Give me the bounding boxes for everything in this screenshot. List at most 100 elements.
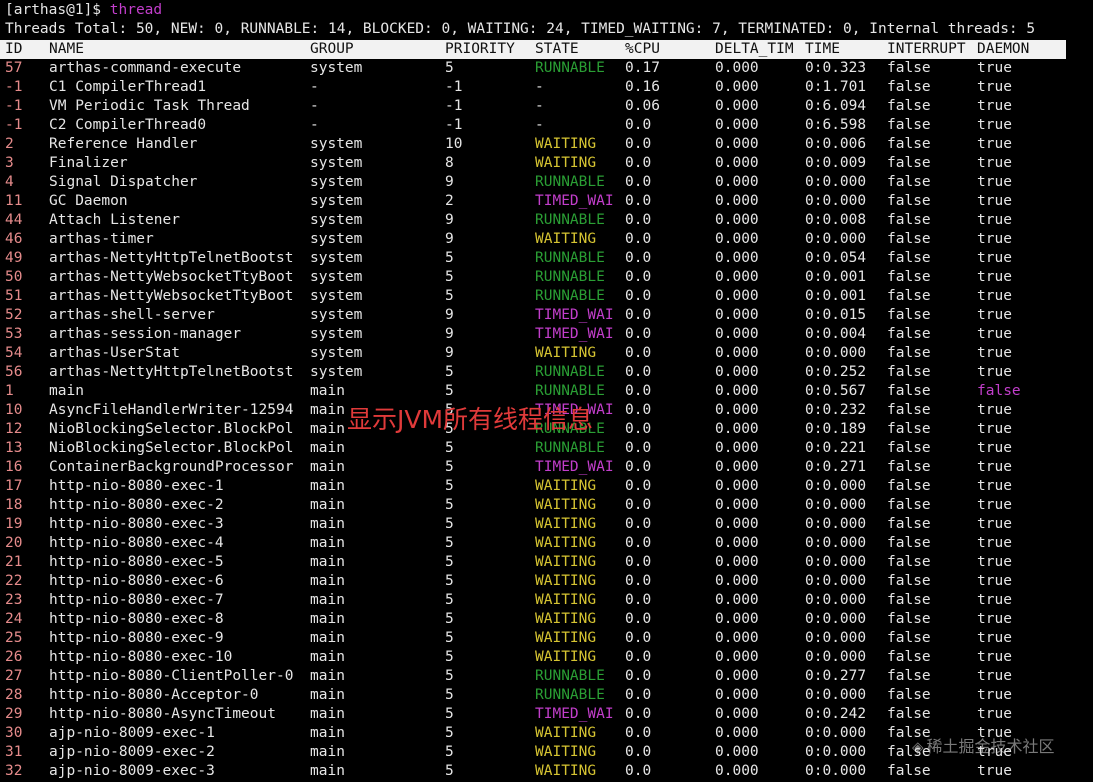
- scrollbar[interactable]: [1076, 0, 1093, 782]
- thread-name: http-nio-8080-exec-8: [49, 611, 224, 627]
- thread-group: main: [310, 592, 345, 608]
- header-name: NAME: [49, 41, 84, 57]
- thread-group: system: [310, 269, 363, 285]
- table-row: 24 http-nio-8080-exec-8 main 5 WAITING 0.0 0.0…: [0, 610, 1066, 629]
- thread-name: NioBlockingSelector.BlockPol: [49, 440, 294, 456]
- thread-delta-time: 0.000: [715, 288, 759, 304]
- thread-id: 11: [5, 193, 23, 209]
- thread-time: 0:0.000: [805, 687, 867, 703]
- thread-daemon: true: [977, 79, 1012, 95]
- table-row: 2 Reference Handler system 10 WAITING 0.0 0.00…: [0, 135, 1066, 154]
- thread-cpu: 0.0: [625, 421, 652, 437]
- thread-priority: 9: [445, 307, 454, 323]
- thread-state: -: [535, 117, 544, 133]
- thread-interrupt: false: [887, 459, 931, 475]
- thread-cpu: 0.0: [625, 592, 652, 608]
- thread-name: http-nio-8080-exec-10: [49, 649, 233, 665]
- thread-name: arthas-timer: [49, 231, 154, 247]
- thread-daemon: true: [977, 193, 1012, 209]
- thread-interrupt: false: [887, 345, 931, 361]
- thread-cpu: 0.0: [625, 706, 652, 722]
- thread-state: RUNNABLE: [535, 212, 605, 228]
- thread-delta-time: 0.000: [715, 421, 759, 437]
- thread-priority: 5: [445, 250, 454, 266]
- thread-delta-time: 0.000: [715, 497, 759, 513]
- thread-cpu: 0.17: [625, 60, 660, 76]
- thread-time: 0:0.271: [805, 459, 867, 475]
- thread-delta-time: 0.000: [715, 79, 759, 95]
- thread-delta-time: 0.000: [715, 174, 759, 190]
- thread-group: system: [310, 231, 363, 247]
- table-row: 28 http-nio-8080-Acceptor-0 main 5 RUNNABLE 0…: [0, 686, 1066, 705]
- thread-summary: Threads Total: 50, NEW: 0, RUNNABLE: 14,…: [5, 21, 1036, 37]
- thread-cpu: 0.0: [625, 269, 652, 285]
- table-row: 20 http-nio-8080-exec-4 main 5 WAITING 0.0 0.0…: [0, 534, 1066, 553]
- thread-priority: 5: [445, 459, 454, 475]
- thread-time: 0:0.567: [805, 383, 867, 399]
- thread-priority: 5: [445, 288, 454, 304]
- thread-time: 0:0.000: [805, 231, 867, 247]
- thread-time: 0:0.000: [805, 478, 867, 494]
- thread-interrupt: false: [887, 611, 931, 627]
- thread-time: 0:0.006: [805, 136, 867, 152]
- thread-priority: 5: [445, 364, 454, 380]
- header-id: ID: [5, 41, 23, 57]
- thread-time: 0:0.189: [805, 421, 867, 437]
- thread-daemon: true: [977, 554, 1012, 570]
- thread-time: 0:0.000: [805, 649, 867, 665]
- thread-id: 10: [5, 402, 23, 418]
- thread-priority: 5: [445, 630, 454, 646]
- thread-interrupt: false: [887, 364, 931, 380]
- table-row: 31 ajp-nio-8009-exec-2 main 5 WAITING 0.0 0.00…: [0, 743, 1066, 762]
- thread-time: 0:0.000: [805, 497, 867, 513]
- thread-time: 0:6.094: [805, 98, 867, 114]
- thread-time: 0:0.221: [805, 440, 867, 456]
- thread-priority: 5: [445, 592, 454, 608]
- thread-interrupt: false: [887, 554, 931, 570]
- table-row: 27 http-nio-8080-ClientPoller-0 main 5 RUNNA…: [0, 667, 1066, 686]
- table-row: 25 http-nio-8080-exec-9 main 5 WAITING 0.0 0.0…: [0, 629, 1066, 648]
- thread-time: 0:0.015: [805, 307, 867, 323]
- thread-name: arthas-shell-server: [49, 307, 215, 323]
- thread-daemon: true: [977, 307, 1012, 323]
- thread-group: main: [310, 478, 345, 494]
- thread-daemon: true: [977, 478, 1012, 494]
- thread-name: http-nio-8080-AsyncTimeout: [49, 706, 276, 722]
- thread-daemon: true: [977, 516, 1012, 532]
- table-row: 32 ajp-nio-8009-exec-3 main 5 WAITING 0.0 0.00…: [0, 762, 1066, 781]
- thread-state: TIMED_WAI: [535, 307, 614, 323]
- table-row: 26 http-nio-8080-exec-10 main 5 WAITING 0.0 0.…: [0, 648, 1066, 667]
- thread-group: system: [310, 250, 363, 266]
- thread-group: -: [310, 79, 319, 95]
- thread-daemon: true: [977, 592, 1012, 608]
- thread-delta-time: 0.000: [715, 459, 759, 475]
- thread-group: main: [310, 573, 345, 589]
- thread-id: 23: [5, 592, 23, 608]
- thread-daemon: true: [977, 345, 1012, 361]
- thread-name: Signal Dispatcher: [49, 174, 198, 190]
- thread-daemon: true: [977, 459, 1012, 475]
- thread-state: WAITING: [535, 345, 597, 361]
- thread-name: http-nio-8080-Acceptor-0: [49, 687, 259, 703]
- thread-cpu: 0.16: [625, 79, 660, 95]
- thread-id: 31: [5, 744, 23, 760]
- thread-time: 0:0.000: [805, 744, 867, 760]
- thread-group: main: [310, 383, 345, 399]
- thread-delta-time: 0.000: [715, 535, 759, 551]
- thread-id: 17: [5, 478, 23, 494]
- watermark: ◈ 稀土掘金技术社区: [912, 737, 1055, 757]
- thread-cpu: 0.0: [625, 307, 652, 323]
- thread-id: 46: [5, 231, 23, 247]
- thread-cpu: 0.0: [625, 345, 652, 361]
- thread-group: main: [310, 744, 345, 760]
- thread-delta-time: 0.000: [715, 326, 759, 342]
- thread-delta-time: 0.000: [715, 136, 759, 152]
- thread-cpu: 0.0: [625, 288, 652, 304]
- table-row: 17 http-nio-8080-exec-1 main 5 WAITING 0.0 0.0…: [0, 477, 1066, 496]
- thread-group: system: [310, 364, 363, 380]
- thread-priority: 5: [445, 706, 454, 722]
- thread-state: WAITING: [535, 478, 597, 494]
- thread-cpu: 0.0: [625, 250, 652, 266]
- thread-id: 54: [5, 345, 23, 361]
- thread-priority: 5: [445, 687, 454, 703]
